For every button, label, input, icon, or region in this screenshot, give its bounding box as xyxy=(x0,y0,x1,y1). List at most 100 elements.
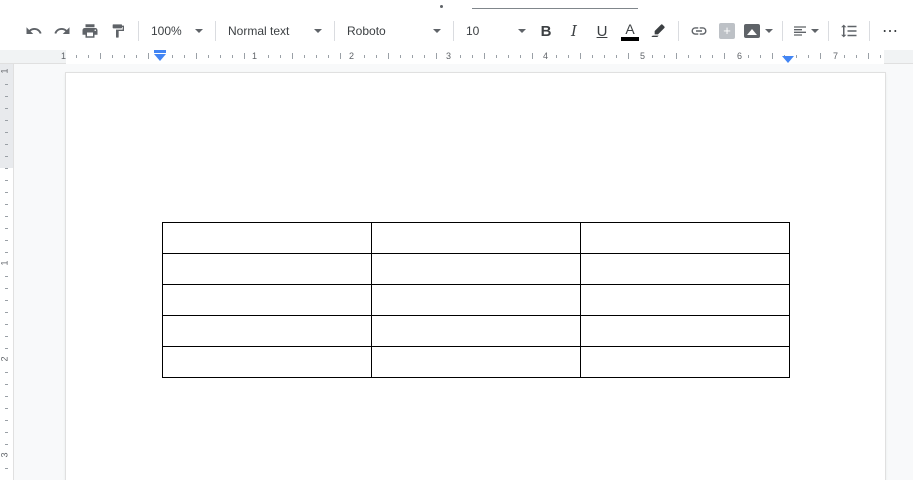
table-cell[interactable] xyxy=(371,222,581,254)
ruler-tick xyxy=(340,53,341,59)
ruler-tick xyxy=(460,55,461,58)
ruler-tick xyxy=(520,55,521,58)
ruler-tick xyxy=(76,55,77,58)
vertical-ruler-tick xyxy=(5,252,8,253)
chevron-down-icon xyxy=(195,29,203,33)
table-cell[interactable] xyxy=(580,315,790,347)
ruler-tick xyxy=(712,55,713,58)
paragraph-style-dropdown[interactable]: Normal text xyxy=(222,17,328,45)
table-cell[interactable] xyxy=(371,284,581,316)
ruler-tick xyxy=(484,53,485,59)
vertical-ruler-number: 3 xyxy=(0,452,10,458)
ruler-number: 7 xyxy=(833,51,839,61)
right-indent-marker[interactable] xyxy=(782,56,794,63)
ruler-tick xyxy=(328,55,329,58)
table-row xyxy=(162,284,790,316)
font-dropdown[interactable]: Roboto xyxy=(341,17,447,45)
vertical-ruler-tick xyxy=(5,216,8,217)
toolbar: 100% Normal text Roboto 10 B I U A + ⋯ xyxy=(0,12,913,50)
toolbar-separator xyxy=(828,21,829,41)
table-cell[interactable] xyxy=(580,222,790,254)
toolbar-separator xyxy=(869,21,870,41)
vertical-ruler-tick xyxy=(5,168,8,169)
left-indent-marker[interactable] xyxy=(154,54,166,61)
toolbar-separator xyxy=(215,21,216,41)
horizontal-ruler[interactable]: 1 1 2 3 4 5 6 7 xyxy=(0,50,913,64)
vertical-ruler-tick xyxy=(5,84,8,85)
ruler-tick xyxy=(268,55,269,58)
link-icon[interactable] xyxy=(686,17,712,45)
ruler-tick xyxy=(280,55,281,58)
underline-button[interactable]: U xyxy=(589,17,615,45)
vertical-ruler-tick xyxy=(5,276,8,277)
vertical-ruler-tick xyxy=(5,144,8,145)
ruler-tick xyxy=(568,55,569,58)
ruler-tick xyxy=(316,55,317,58)
font-value: Roboto xyxy=(347,24,386,38)
table-row xyxy=(162,315,790,347)
table-cell[interactable] xyxy=(371,253,581,285)
ruler-tick xyxy=(208,55,209,58)
ruler-tick xyxy=(100,53,101,59)
table-row xyxy=(162,346,790,378)
ruler-number: 2 xyxy=(349,51,355,61)
ruler-tick xyxy=(244,53,245,59)
vertical-ruler-number: 1 xyxy=(0,260,10,266)
text-color-icon: A xyxy=(621,22,639,41)
toolbar-separator xyxy=(782,21,783,41)
more-options-icon[interactable]: ⋯ xyxy=(877,17,903,45)
table-cell[interactable] xyxy=(162,222,372,254)
font-size-dropdown[interactable]: 10 xyxy=(460,17,532,45)
ruler-tick xyxy=(880,55,881,58)
align-button[interactable] xyxy=(790,17,821,45)
vertical-ruler-tick xyxy=(5,96,8,97)
vertical-ruler-tick xyxy=(5,348,8,349)
chevron-down-icon xyxy=(314,29,322,33)
table-cell[interactable] xyxy=(371,315,581,347)
document-table[interactable] xyxy=(162,222,790,378)
italic-button[interactable]: I xyxy=(561,17,587,45)
ruler-tick xyxy=(472,55,473,58)
undo-icon[interactable] xyxy=(21,17,47,45)
title-underline-fragment xyxy=(472,8,638,9)
first-line-indent-marker[interactable] xyxy=(154,50,166,53)
vertical-ruler-tick xyxy=(5,108,8,109)
ruler-tick xyxy=(808,55,809,58)
ruler-tick xyxy=(424,55,425,58)
table-cell[interactable] xyxy=(162,253,372,285)
add-comment-icon[interactable]: + xyxy=(714,17,740,45)
zoom-dropdown[interactable]: 100% xyxy=(145,17,209,45)
ruler-tick xyxy=(760,55,761,58)
print-icon[interactable] xyxy=(77,17,103,45)
text-color-letter: A xyxy=(625,20,635,37)
table-cell[interactable] xyxy=(580,346,790,378)
paint-format-icon[interactable] xyxy=(105,17,131,45)
text-color-button[interactable]: A xyxy=(617,17,643,45)
table-cell[interactable] xyxy=(162,284,372,316)
line-spacing-icon[interactable] xyxy=(836,17,862,45)
vertical-ruler-tick xyxy=(5,240,8,241)
ruler-tick xyxy=(412,55,413,58)
ruler-tick xyxy=(868,53,869,59)
ruler-tick xyxy=(856,55,857,58)
align-left-icon xyxy=(794,26,806,36)
table-cell[interactable] xyxy=(162,315,372,347)
redo-icon[interactable] xyxy=(49,17,75,45)
ruler-tick xyxy=(604,55,605,58)
toolbar-separator xyxy=(453,21,454,41)
highlight-icon[interactable] xyxy=(645,17,671,45)
table-cell[interactable] xyxy=(580,284,790,316)
ruler-tick xyxy=(388,53,389,59)
ruler-tick xyxy=(124,55,125,58)
vertical-ruler[interactable]: 1 1 2 3 xyxy=(0,64,14,480)
vertical-ruler-tick xyxy=(5,468,8,469)
document-page[interactable] xyxy=(66,73,885,480)
bold-button[interactable]: B xyxy=(533,17,559,45)
insert-image-button[interactable] xyxy=(742,17,775,45)
font-size-value: 10 xyxy=(466,24,480,38)
ruler-tick xyxy=(400,55,401,58)
table-cell[interactable] xyxy=(580,253,790,285)
table-cell[interactable] xyxy=(162,346,372,378)
table-cell[interactable] xyxy=(371,346,581,378)
vertical-ruler-tick xyxy=(5,324,8,325)
